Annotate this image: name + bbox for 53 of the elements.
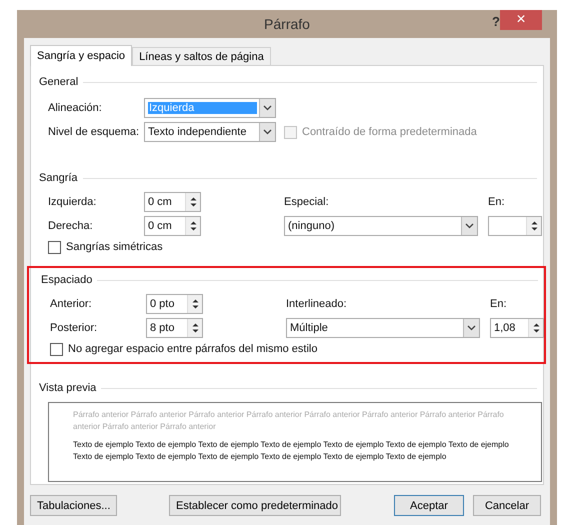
tab[interactable]: Sangría y espacio — [30, 45, 132, 66]
spin-arrows-icon — [526, 217, 541, 235]
close-button[interactable]: × — [500, 10, 542, 30]
dialog-button[interactable]: Cancelar — [473, 495, 541, 516]
dialog-button[interactable]: Tabulaciones... — [30, 495, 117, 516]
field-label: Interlineado: — [286, 298, 348, 310]
field-label: Derecha: — [48, 220, 94, 232]
spin-field[interactable]: 0 pto — [146, 294, 203, 314]
dialog-button[interactable]: Aceptar — [394, 495, 464, 516]
spin-arrows-icon — [185, 217, 200, 235]
chevron-down-icon — [463, 319, 479, 337]
chevron-down-icon — [259, 99, 275, 117]
dropdown-value: (ninguno) — [288, 220, 336, 232]
spin-field[interactable]: 0 cm — [144, 192, 201, 212]
field-label: En: — [488, 196, 506, 208]
field-label: Alineación: — [48, 102, 103, 114]
dropdown-value: Texto independiente — [148, 126, 248, 138]
help-button[interactable]: ? — [492, 14, 500, 29]
tab[interactable]: Líneas y saltos de página — [132, 47, 271, 65]
spin-field[interactable]: 8 pto — [146, 318, 203, 338]
spin-field[interactable]: 1,08 — [490, 318, 544, 338]
checkbox-label: Contraído de forma predeterminada — [302, 126, 477, 138]
preview-text: Párrafo anterior Párrafo anterior Párrafo anterior Párrafo anterior Párrafo anterior Párrafo anterior Párrafo anterior Párrafo anterior Párrafo anterior Párrafo anterior — [73, 409, 505, 433]
spin-field[interactable] — [488, 216, 542, 236]
spin-arrows-icon — [187, 295, 202, 313]
dropdown-value: Izquierda — [148, 102, 257, 114]
chevron-down-icon — [461, 217, 477, 235]
spin-arrows-icon — [185, 193, 200, 211]
dialog-button[interactable]: Establecer como predeterminado — [169, 495, 341, 516]
field-label: Anterior: — [50, 298, 93, 310]
checkbox[interactable] — [50, 342, 63, 356]
spin-arrows-icon — [187, 319, 202, 337]
dropdown[interactable]: Texto independiente — [144, 122, 276, 142]
field-label: Izquierda: — [48, 196, 98, 208]
dropdown[interactable]: Múltiple — [286, 318, 480, 338]
field-label: Nivel de esquema: — [48, 126, 140, 138]
section-title: Sangría — [39, 172, 78, 184]
section-title: Vista previa — [39, 382, 96, 394]
chevron-down-icon — [259, 123, 275, 141]
window-title: Párrafo — [264, 16, 310, 32]
checkbox-label: Sangrías simétricas — [66, 241, 163, 253]
section-title: Espaciado — [41, 274, 92, 286]
checkbox[interactable] — [48, 240, 61, 254]
spin-arrows-icon — [528, 319, 543, 337]
field-label: En: — [490, 298, 508, 310]
dropdown[interactable]: (ninguno) — [284, 216, 478, 236]
field-label: Posterior: — [50, 322, 98, 334]
preview-text: Texto de ejemplo Texto de ejemplo Texto de ejemplo Texto de ejemplo Texto de ejemplo Texto de ejemplo Texto de ejemplo Texto de ejemplo Texto de ejemplo Texto de ejemplo Texto de ejemplo Texto de ejemplo Texto de ejemplo — [73, 439, 510, 463]
spin-field[interactable]: 0 cm — [144, 216, 201, 236]
dropdown-value: Múltiple — [290, 322, 329, 334]
checkbox-label: No agregar espacio entre párrafos del mismo estilo — [68, 343, 318, 355]
section-title: General — [39, 76, 78, 88]
field-label: Especial: — [284, 196, 330, 208]
